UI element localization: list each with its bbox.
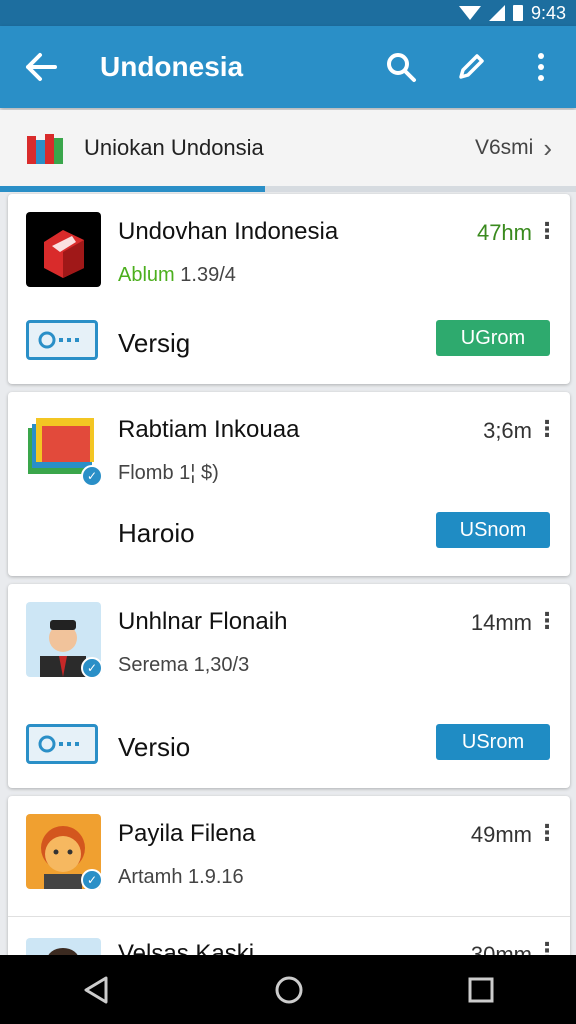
version-badge-icon: [26, 320, 98, 360]
progress-fill: [0, 186, 265, 192]
list-item[interactable]: Undovhan Indonesia Ablum 1.39/4 47hm ⋮ V…: [8, 194, 570, 384]
developer-name: Uniokan Undonsia: [84, 135, 264, 160]
version-label: Haroio: [118, 518, 195, 548]
app-size: 3;6m: [483, 418, 532, 443]
more-vert-icon[interactable]: ⋮: [536, 416, 558, 442]
version-label: Versig: [118, 328, 191, 358]
version-label: Versio: [118, 732, 191, 762]
developer-header[interactable]: Uniokan Undonsia V6smi ›: [0, 110, 576, 186]
app-size: 14mm: [470, 610, 532, 635]
app-subtitle: Serema 1,30/3: [118, 654, 250, 676]
page-title: Undonesia: [100, 51, 244, 82]
app-subtitle: Ablum 1.39/4: [118, 264, 236, 286]
progress-bar: [0, 186, 576, 192]
battery-icon: [512, 5, 523, 21]
app-icon-cartoon-face: ✓: [26, 814, 103, 891]
system-nav-bar: [0, 955, 576, 1024]
app-name: Payila Filena: [118, 820, 256, 847]
app-subtitle: Flomb 1¦ $): [118, 462, 219, 484]
edit-button[interactable]: [436, 26, 506, 108]
list-item[interactable]: ✓ Rabtiam Inkouaa Flomb 1¦ $) 3;6m ⋮ Har…: [8, 392, 570, 576]
app-name: Unhlnar Flonaih: [118, 608, 288, 635]
status-time: 9:43: [530, 2, 566, 23]
version-badge-icon: [26, 724, 98, 764]
more-vert-icon[interactable]: ⋮: [536, 608, 558, 634]
app-icon-person-avatar: ✓: [26, 602, 103, 679]
nav-recents-icon[interactable]: [468, 977, 494, 1003]
verified-badge-icon: ✓: [81, 465, 103, 487]
more-vert-icon[interactable]: ⋮: [536, 218, 558, 244]
app-bar: Undonesia: [0, 26, 576, 108]
more-vert-icon: [538, 53, 544, 81]
version-link: V6smi: [474, 136, 534, 159]
status-bar: 9:43: [0, 0, 576, 26]
search-button[interactable]: [366, 26, 436, 108]
app-name: Undovhan Indonesia: [118, 218, 339, 245]
search-icon: [387, 53, 416, 82]
divider: [8, 916, 570, 917]
app-icon-red-box: [26, 212, 101, 287]
update-button[interactable]: USnom: [436, 512, 550, 548]
update-button[interactable]: UGrom: [436, 320, 550, 356]
list-item[interactable]: ✓ Payila Filena Artamh 1.9.16 49mm ⋮ Vel…: [8, 796, 570, 972]
more-vert-icon[interactable]: ⋮: [536, 820, 558, 846]
arrow-back-icon: [26, 53, 57, 81]
nav-home-icon[interactable]: [274, 975, 304, 1005]
overflow-menu-button[interactable]: [506, 26, 576, 108]
update-button[interactable]: USrom: [436, 724, 550, 760]
app-subtitle: Artamh 1.9.16: [118, 866, 244, 888]
wifi-icon: [458, 6, 481, 20]
pencil-icon: [459, 54, 484, 79]
app-size: 47hm: [476, 220, 532, 245]
nav-back-icon[interactable]: [82, 975, 110, 1005]
list-item[interactable]: ✓ Unhlnar Flonaih Serema 1,30/3 14mm ⋮ V…: [8, 584, 570, 788]
app-size: 49mm: [470, 822, 532, 847]
back-button[interactable]: [0, 26, 82, 108]
app-icon-colored-folders: ✓: [26, 410, 103, 487]
developer-logo-icon: [27, 134, 63, 164]
app-name: Rabtiam Inkouaa: [118, 416, 300, 443]
verified-badge-icon: ✓: [81, 869, 103, 891]
chevron-right-icon: ›: [543, 132, 552, 163]
verified-badge-icon: ✓: [81, 657, 103, 679]
signal-icon: [488, 5, 505, 21]
